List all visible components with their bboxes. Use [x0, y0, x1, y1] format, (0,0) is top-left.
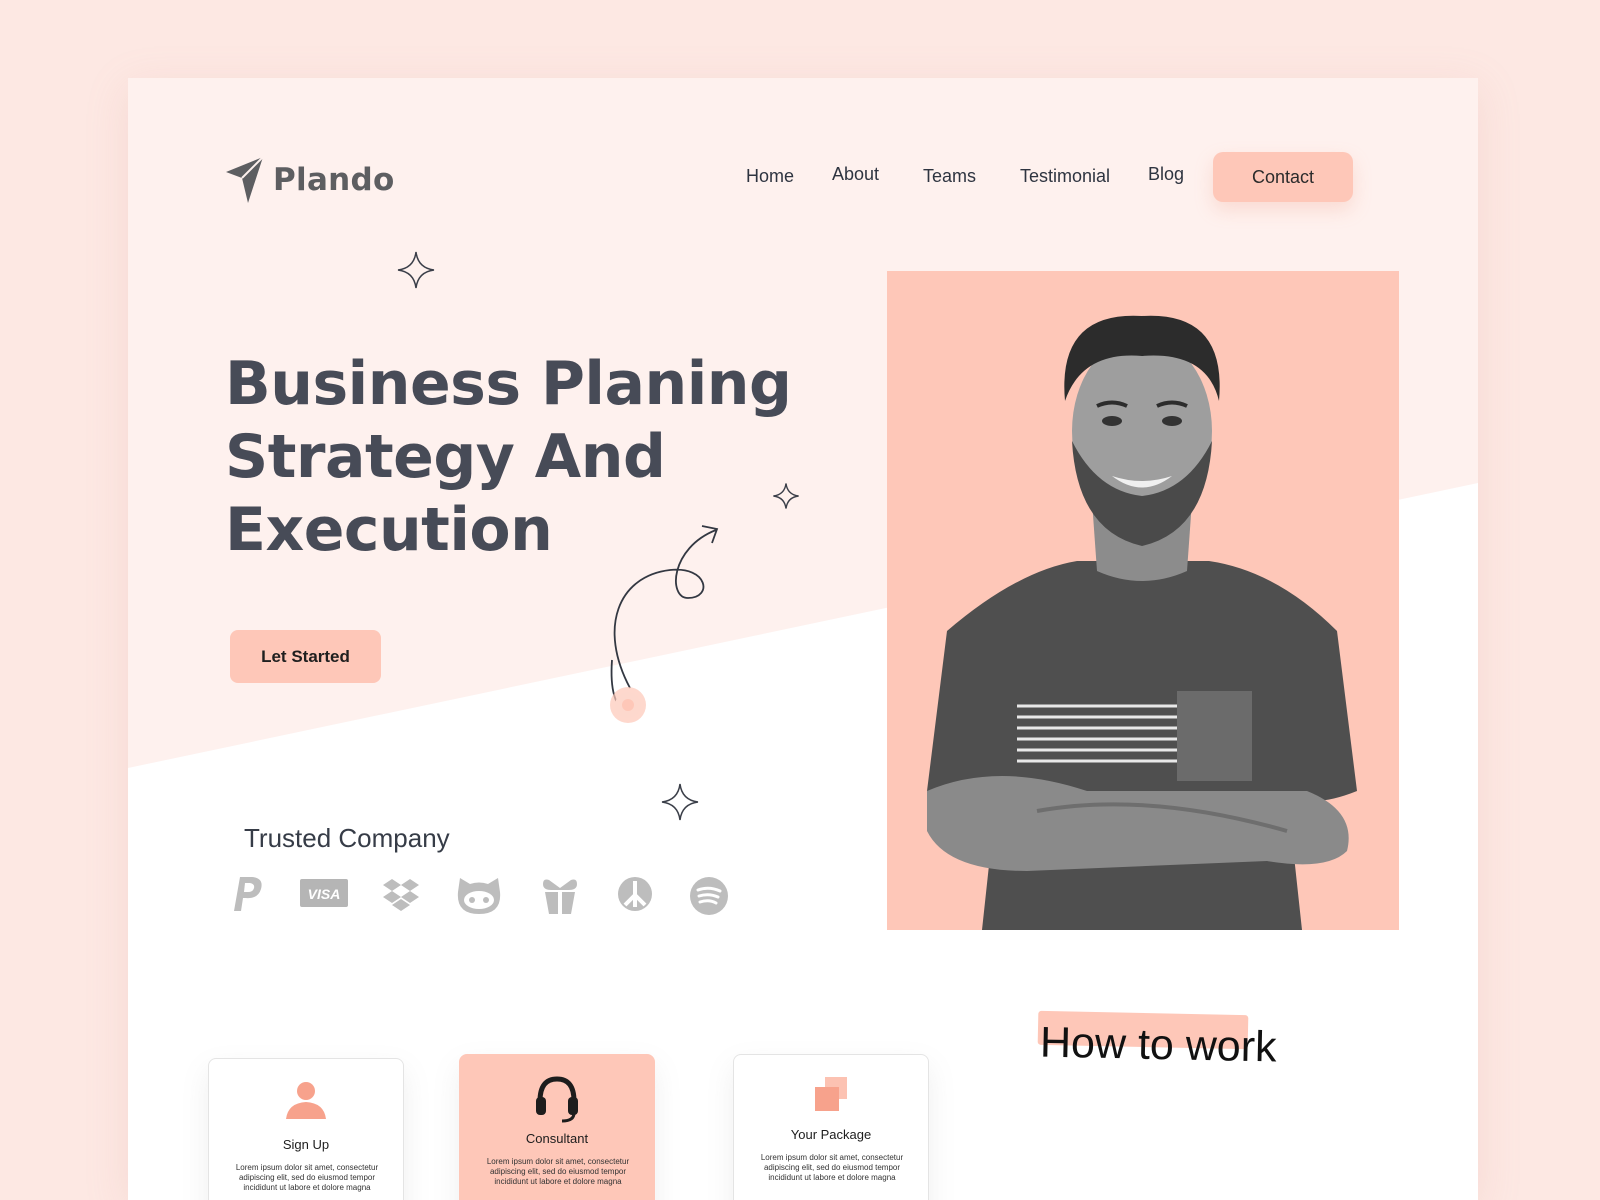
- nav-home[interactable]: Home: [746, 166, 794, 187]
- visa-icon: VISA: [300, 879, 348, 907]
- user-icon: [286, 1082, 326, 1119]
- paypal-icon: [234, 877, 262, 911]
- nav-blog[interactable]: Blog: [1148, 164, 1184, 185]
- how-to-work-title: How to work: [1039, 1018, 1278, 1072]
- package-icon: [815, 1077, 847, 1111]
- nav-about[interactable]: About: [832, 164, 879, 185]
- step-card-text: Lorem ipsum dolor sit amet, consectetur …: [486, 1157, 630, 1186]
- let-started-button[interactable]: Let Started: [230, 630, 381, 683]
- nav-testimonial[interactable]: Testimonial: [1020, 166, 1110, 187]
- step-card-title: Sign Up: [282, 1137, 330, 1152]
- step-card-text: Lorem ipsum dolor sit amet, consectetur …: [235, 1163, 379, 1192]
- visa-label: VISA: [308, 886, 341, 902]
- brand-name: Plando: [273, 162, 395, 198]
- spotify-icon: [690, 877, 728, 915]
- hero-title-line: Business Planing: [225, 349, 792, 419]
- step-card-title: Consultant: [525, 1131, 589, 1146]
- brand-logo[interactable]: Plando: [225, 156, 395, 204]
- peace-icon: [618, 877, 652, 911]
- step-card-sign-up[interactable]: Sign Up Lorem ipsum dolor sit amet, cons…: [208, 1058, 404, 1200]
- step-card-consultant[interactable]: Consultant Lorem ipsum dolor sit amet, c…: [459, 1054, 655, 1200]
- target-dot-decoration: [610, 659, 646, 723]
- sparkle-icon: [397, 251, 435, 289]
- hero-title-line: Strategy And: [225, 422, 666, 492]
- hero-photo: [887, 271, 1399, 930]
- github-icon: [457, 878, 501, 914]
- step-card-title: Your Package: [790, 1127, 872, 1142]
- contact-button[interactable]: Contact: [1213, 152, 1353, 202]
- dropbox-icon: [383, 879, 419, 911]
- trusted-company-title: Trusted Company: [244, 823, 450, 853]
- smiling-man-photo: [927, 315, 1357, 930]
- gift-icon: [543, 879, 577, 914]
- headset-icon: [536, 1076, 578, 1123]
- curly-arrow-decoration: [613, 525, 719, 689]
- paper-plane-icon: [226, 156, 264, 203]
- step-card-text: Lorem ipsum dolor sit amet, consectetur …: [760, 1153, 904, 1182]
- nav-teams[interactable]: Teams: [923, 166, 976, 187]
- sparkle-icon: [661, 783, 699, 821]
- step-card-your-package[interactable]: Your Package Lorem ipsum dolor sit amet,…: [733, 1054, 929, 1200]
- landing-page-frame: Plando Home About Teams Testimonial Blog…: [128, 78, 1478, 1200]
